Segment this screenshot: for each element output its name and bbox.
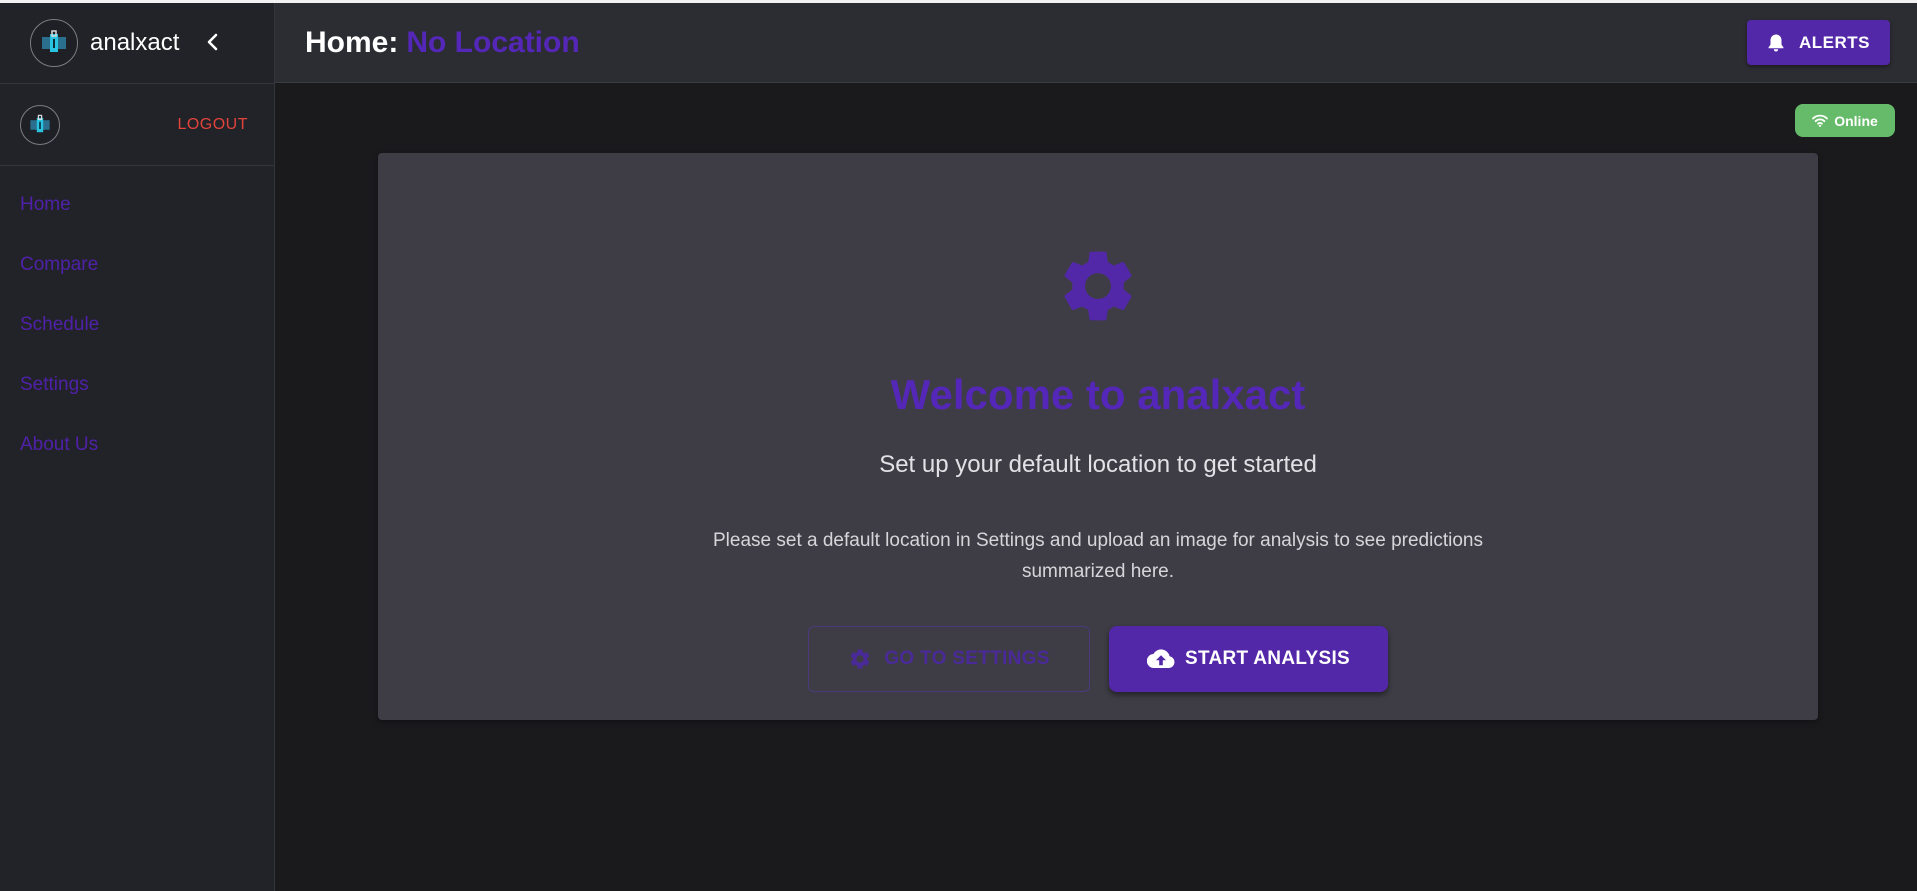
cloud-upload-icon — [1146, 649, 1175, 669]
wifi-icon — [1812, 114, 1829, 127]
start-analysis-button[interactable]: START ANALYSIS — [1109, 626, 1388, 692]
sidebar-item-home[interactable]: Home — [0, 190, 274, 250]
welcome-card: Welcome to analxact Set up your default … — [378, 153, 1818, 720]
alerts-button[interactable]: ALERTS — [1747, 20, 1890, 65]
bell-icon — [1768, 34, 1784, 51]
online-status-label: Online — [1834, 112, 1878, 129]
sidebar-nav: Home Compare Schedule Settings About Us — [0, 166, 274, 490]
welcome-subtitle: Set up your default location to get star… — [879, 451, 1317, 478]
welcome-description: Please set a default location in Setting… — [713, 530, 1483, 582]
page-title: Home: No Location — [305, 26, 580, 60]
start-analysis-label: START ANALYSIS — [1184, 648, 1350, 669]
current-location: No Location — [406, 25, 580, 59]
go-to-settings-button[interactable]: GO TO SETTINGS — [808, 626, 1090, 692]
sidebar: analxact LOGOUT Home Compare Schedule Se… — [0, 3, 275, 891]
logout-button[interactable]: LOGOUT — [177, 116, 248, 134]
gear-icon — [850, 649, 870, 669]
sidebar-item-compare[interactable]: Compare — [0, 250, 274, 310]
avatar[interactable] — [20, 104, 60, 145]
user-row: LOGOUT — [0, 84, 274, 166]
sidebar-item-schedule[interactable]: Schedule — [0, 310, 274, 370]
welcome-title: Welcome to analxact — [890, 371, 1306, 418]
alerts-button-label: ALERTS — [1799, 32, 1870, 52]
online-status-badge: Online — [1795, 104, 1895, 137]
app-window: analxact LOGOUT Home Compare Schedule Se… — [0, 0, 1917, 891]
collapse-sidebar-icon[interactable] — [205, 30, 219, 56]
go-to-settings-label: GO TO SETTINGS — [884, 648, 1050, 669]
page-title-prefix: Home: — [305, 25, 399, 59]
analxact-logo-icon — [30, 19, 78, 67]
top-header: Home: No Location ALERTS — [275, 3, 1917, 83]
sidebar-item-about-us[interactable]: About Us — [0, 430, 274, 490]
brand-name: analxact — [90, 29, 180, 56]
sidebar-item-settings[interactable]: Settings — [0, 370, 274, 430]
gear-icon — [1064, 251, 1132, 321]
sidebar-brand: analxact — [0, 3, 274, 84]
